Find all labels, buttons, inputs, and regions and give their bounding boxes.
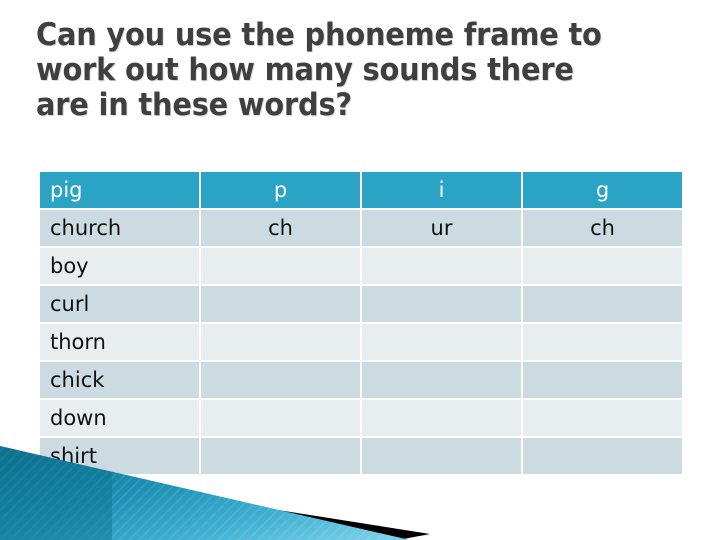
- cell-word[interactable]: curl: [40, 286, 199, 322]
- cell-word[interactable]: church: [40, 210, 199, 246]
- header-cell-word: pig: [40, 172, 199, 208]
- cell-sound2[interactable]: [362, 438, 521, 474]
- cell-sound2[interactable]: [362, 362, 521, 398]
- cell-sound3[interactable]: [523, 248, 682, 284]
- table-row: chick: [40, 362, 682, 398]
- table-header-row: pig p i g: [40, 172, 682, 208]
- table-row: thorn: [40, 324, 682, 360]
- table-row: shirt: [40, 438, 682, 474]
- cell-word[interactable]: chick: [40, 362, 199, 398]
- page-title: Can you use the phoneme frame to work ou…: [36, 18, 676, 123]
- cell-word[interactable]: down: [40, 400, 199, 436]
- cell-sound1[interactable]: [201, 362, 360, 398]
- table-body: pig p i g church ch ur ch boy curl thorn…: [40, 172, 682, 474]
- cell-word[interactable]: thorn: [40, 324, 199, 360]
- cell-sound1[interactable]: ch: [201, 210, 360, 246]
- cell-sound3[interactable]: [523, 438, 682, 474]
- cell-sound2[interactable]: [362, 400, 521, 436]
- cell-sound1[interactable]: [201, 248, 360, 284]
- header-cell-sound1: p: [201, 172, 360, 208]
- header-cell-sound2: i: [362, 172, 521, 208]
- cell-sound3[interactable]: ch: [523, 210, 682, 246]
- cell-sound2[interactable]: [362, 324, 521, 360]
- cell-sound2[interactable]: ur: [362, 210, 521, 246]
- title-line-2: work out how many sounds there: [36, 52, 574, 88]
- cell-word[interactable]: shirt: [40, 438, 199, 474]
- cell-sound1[interactable]: [201, 324, 360, 360]
- table-row: down: [40, 400, 682, 436]
- table-row: church ch ur ch: [40, 210, 682, 246]
- table-row: boy: [40, 248, 682, 284]
- title-line-1: Can you use the phoneme frame to: [36, 17, 602, 53]
- cell-sound1[interactable]: [201, 438, 360, 474]
- phoneme-frame-table: pig p i g church ch ur ch boy curl thorn…: [38, 170, 684, 476]
- cell-sound3[interactable]: [523, 400, 682, 436]
- black-diagonal-band: [0, 466, 430, 540]
- cell-sound2[interactable]: [362, 286, 521, 322]
- header-cell-sound3: g: [523, 172, 682, 208]
- slide-canvas: Can you use the phoneme frame to work ou…: [0, 0, 720, 540]
- cell-sound3[interactable]: [523, 362, 682, 398]
- cell-sound1[interactable]: [201, 286, 360, 322]
- table-row: curl: [40, 286, 682, 322]
- cell-sound2[interactable]: [362, 248, 521, 284]
- cell-sound1[interactable]: [201, 400, 360, 436]
- cell-sound3[interactable]: [523, 286, 682, 322]
- pale-blue-sliver: [0, 470, 432, 540]
- cell-word[interactable]: boy: [40, 248, 199, 284]
- title-line-3: are in these words?: [36, 87, 352, 123]
- cell-sound3[interactable]: [523, 324, 682, 360]
